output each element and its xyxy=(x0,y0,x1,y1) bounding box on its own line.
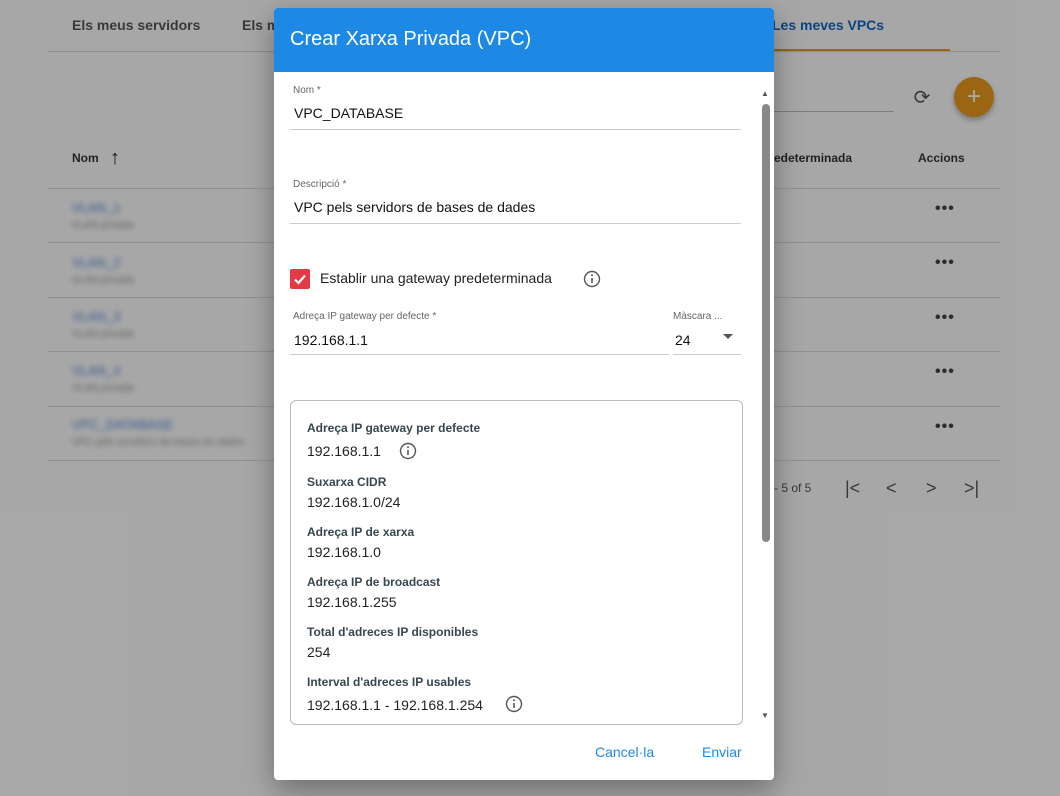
network-summary-box: Adreça IP gateway per defecte 192.168.1.… xyxy=(290,400,743,725)
name-field-underline xyxy=(290,129,741,130)
gateway-ip-underline xyxy=(290,354,669,355)
summary-value: 192.168.1.0/24 xyxy=(307,494,401,510)
description-field-underline xyxy=(290,223,741,224)
mask-select-label: Màscara ... xyxy=(673,311,723,322)
summary-label: Adreça IP de xarxa xyxy=(307,525,415,539)
summary-value: 192.168.1.1 - 192.168.1.254 xyxy=(307,697,483,713)
dialog-title: Crear Xarxa Privada (VPC) xyxy=(290,28,532,50)
scroll-up-icon[interactable]: ▲ xyxy=(761,89,769,98)
info-icon[interactable] xyxy=(399,442,417,460)
name-field[interactable]: VPC_DATABASE xyxy=(294,105,403,121)
description-field-label: Descripció * xyxy=(293,179,347,190)
summary-label: Interval d'adreces IP usables xyxy=(307,675,472,689)
gateway-checkbox[interactable] xyxy=(290,269,310,289)
cancel-button[interactable]: Cancel·la xyxy=(595,744,654,760)
dialog-header: Crear Xarxa Privada (VPC) xyxy=(274,8,774,72)
summary-value: 254 xyxy=(307,644,331,660)
scroll-down-icon[interactable]: ▼ xyxy=(761,711,769,720)
name-field-label: Nom * xyxy=(293,85,321,96)
summary-label: Adreça IP de broadcast xyxy=(307,575,441,589)
gateway-ip-field[interactable]: 192.168.1.1 xyxy=(294,332,368,348)
submit-button[interactable]: Enviar xyxy=(702,744,742,760)
create-vpc-dialog: Crear Xarxa Privada (VPC) ▲ ▼ Nom * VPC_… xyxy=(274,8,774,780)
summary-value: 192.168.1.1 xyxy=(307,443,381,459)
summary-label: Total d'adreces IP disponibles xyxy=(307,625,479,639)
description-field[interactable]: VPC pels servidors de bases de dades xyxy=(294,199,535,215)
checkmark-icon xyxy=(294,274,306,285)
summary-value: 192.168.1.0 xyxy=(307,544,381,560)
mask-select-underline xyxy=(673,354,741,355)
scrollbar-thumb[interactable] xyxy=(762,104,770,542)
summary-value: 192.168.1.255 xyxy=(307,594,397,610)
gateway-ip-label: Adreça IP gateway per defecte * xyxy=(293,311,437,322)
info-icon[interactable] xyxy=(505,695,523,713)
gateway-checkbox-label[interactable]: Establir una gateway predeterminada xyxy=(320,270,552,286)
info-icon[interactable] xyxy=(583,270,601,288)
chevron-down-icon[interactable] xyxy=(723,334,733,339)
summary-label: Suxarxa CIDR xyxy=(307,475,387,489)
mask-select[interactable]: 24 xyxy=(675,332,691,348)
summary-label: Adreça IP gateway per defecte xyxy=(307,421,481,435)
